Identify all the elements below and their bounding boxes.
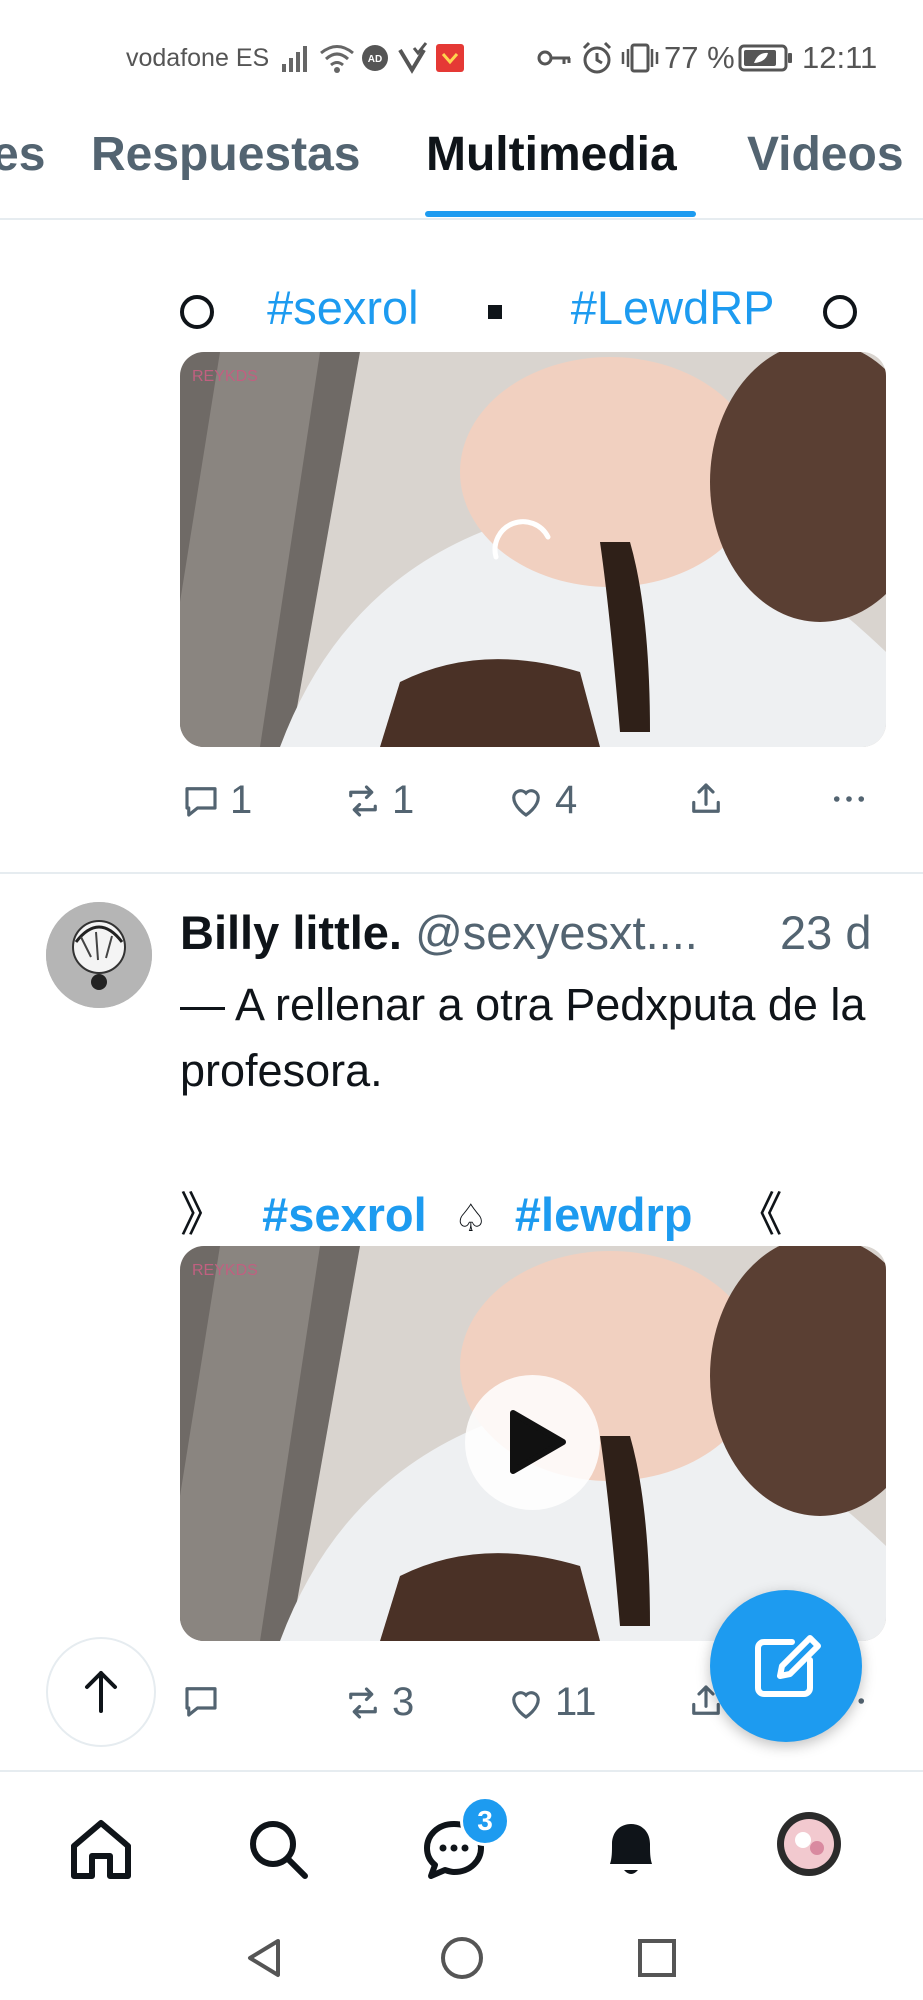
post-divider bbox=[0, 872, 923, 874]
more-icon bbox=[833, 796, 865, 802]
key-icon bbox=[537, 50, 571, 66]
reply-button[interactable]: 1 bbox=[180, 778, 252, 823]
post-timestamp: 23 d bbox=[780, 906, 872, 959]
reply-count: 1 bbox=[230, 778, 253, 822]
adblocker-icon: AD bbox=[362, 45, 388, 71]
compose-button[interactable] bbox=[710, 1590, 862, 1742]
home-circle-icon[interactable] bbox=[437, 1933, 487, 1983]
repost-count: 3 bbox=[392, 1680, 415, 1724]
notifications-icon[interactable] bbox=[596, 1814, 666, 1884]
hashtag-link[interactable]: #sexrol bbox=[267, 281, 419, 334]
system-nav-bar bbox=[0, 1915, 923, 2000]
arrow-up-icon bbox=[85, 1671, 117, 1713]
shopping-app-icon bbox=[436, 44, 464, 72]
share-button[interactable] bbox=[685, 778, 727, 820]
like-count: 11 bbox=[555, 1680, 597, 1724]
search-icon[interactable] bbox=[243, 1814, 313, 1884]
scroll-to-top-button[interactable] bbox=[46, 1637, 156, 1747]
avatar[interactable] bbox=[46, 902, 152, 1008]
hashtag-link[interactable]: #sexrol bbox=[262, 1188, 427, 1241]
alarm-icon bbox=[582, 41, 612, 74]
home-icon[interactable] bbox=[66, 1814, 136, 1884]
more-options-button[interactable] bbox=[828, 778, 870, 820]
svg-text:AD: AD bbox=[368, 54, 382, 65]
clock: 12:11 bbox=[802, 40, 878, 75]
tab-partial[interactable]: es bbox=[0, 127, 45, 182]
wifi-icon bbox=[320, 45, 354, 73]
hashtag-link[interactable]: #LewdRP bbox=[571, 281, 774, 334]
profile-tabs: es Respuestas Multimedia Videos bbox=[0, 115, 923, 220]
spade-glyph: ♤ bbox=[453, 1198, 488, 1240]
like-button[interactable]: 11 bbox=[505, 1680, 597, 1725]
signal-icon bbox=[282, 46, 307, 72]
loading-spinner-icon bbox=[492, 519, 551, 560]
messages-badge: 3 bbox=[460, 1796, 510, 1846]
tab-multimedia[interactable]: Multimedia bbox=[426, 127, 677, 182]
repost-icon bbox=[349, 1686, 377, 1719]
vpn-check-icon bbox=[398, 42, 428, 74]
post1-hashtag-line: #sexrol #LewdRP bbox=[180, 280, 857, 335]
watermark: REYKDS bbox=[192, 368, 258, 385]
like-count: 4 bbox=[555, 778, 578, 822]
battery-percent: 77 % bbox=[664, 40, 735, 75]
circle-glyph bbox=[180, 294, 214, 329]
like-button[interactable]: 4 bbox=[505, 778, 577, 823]
compose-icon bbox=[755, 1635, 821, 1697]
post-author[interactable]: Billy little. @sexyesxt.... bbox=[180, 905, 698, 960]
close-bracket-glyph: 《 bbox=[735, 1188, 783, 1241]
bottom-nav bbox=[0, 1770, 923, 1917]
profile-avatar[interactable] bbox=[775, 1810, 843, 1878]
avatar-image bbox=[46, 902, 152, 1008]
play-icon bbox=[510, 1410, 566, 1474]
watermark: REYKDS bbox=[192, 1262, 258, 1279]
status-bar: vodafone ES AD 77 % 12:11 bbox=[0, 0, 923, 115]
vibrate-icon bbox=[621, 43, 659, 73]
reply-button[interactable] bbox=[180, 1680, 230, 1722]
repost-icon bbox=[349, 784, 377, 817]
battery-icon bbox=[738, 44, 792, 72]
play-button[interactable] bbox=[465, 1375, 600, 1510]
hashtag-link[interactable]: #lewdrp bbox=[515, 1188, 693, 1241]
tab-respuestas[interactable]: Respuestas bbox=[91, 127, 360, 182]
post1-media[interactable]: REYKDS bbox=[180, 352, 886, 747]
tab-videos[interactable]: Videos bbox=[747, 127, 904, 182]
reply-icon bbox=[185, 1687, 217, 1717]
repost-button[interactable]: 3 bbox=[342, 1680, 414, 1725]
reply-icon bbox=[185, 786, 217, 817]
post1-actions: 1 1 4 bbox=[180, 778, 886, 838]
back-icon[interactable] bbox=[240, 1933, 290, 1983]
square-glyph bbox=[487, 304, 502, 319]
repost-count: 1 bbox=[392, 778, 415, 822]
recents-icon[interactable] bbox=[632, 1933, 682, 1983]
share-icon bbox=[692, 783, 720, 813]
author-handle: @sexyesxt.... bbox=[415, 906, 698, 959]
heart-icon bbox=[512, 1690, 540, 1719]
author-name[interactable]: Billy little. bbox=[180, 906, 402, 959]
repost-button[interactable]: 1 bbox=[342, 778, 414, 823]
post2-hashtag-line: 》 #sexrol ♤ #lewdrp 《 bbox=[180, 1176, 783, 1245]
open-bracket-glyph: 》 bbox=[180, 1188, 227, 1241]
active-tab-indicator bbox=[425, 211, 696, 217]
heart-icon bbox=[512, 788, 540, 817]
post-text: — A rellenar a otra Pedxputa de la profe… bbox=[180, 979, 866, 1096]
carrier-label: vodafone ES bbox=[126, 44, 270, 72]
circle-glyph bbox=[822, 294, 857, 329]
